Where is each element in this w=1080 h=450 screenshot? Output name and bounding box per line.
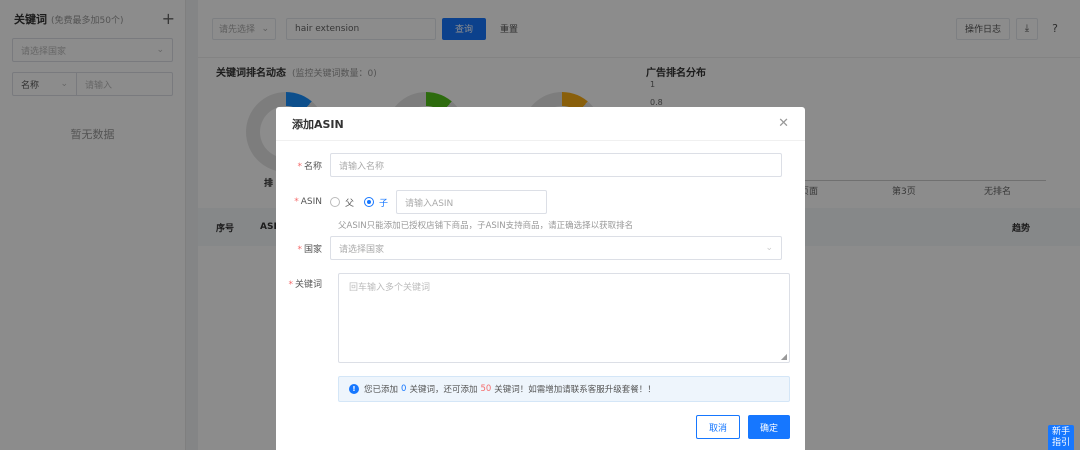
name-label-text: 名称 bbox=[303, 161, 322, 172]
country-select-placeholder: 请选择国家 bbox=[339, 244, 385, 255]
radio-child-label: 子 bbox=[379, 198, 389, 209]
notice-added-count: 0 bbox=[401, 384, 407, 394]
dialog-footer: 取消 确定 bbox=[696, 415, 790, 439]
asin-type-parent-radio[interactable]: 父 bbox=[330, 196, 354, 209]
name-label: * 名称 bbox=[297, 161, 322, 172]
dialog-header: 添加ASIN ✕ bbox=[276, 107, 805, 141]
asin-type-child-radio[interactable]: 子 bbox=[364, 196, 388, 209]
notice-suffix: 关键词！如需增加请联系客服升级套餐！！ bbox=[494, 385, 656, 395]
info-icon: ! bbox=[349, 384, 359, 394]
close-icon[interactable]: ✕ bbox=[778, 116, 789, 131]
asin-label-text: ASIN bbox=[300, 197, 322, 207]
country-form-row: * 国家 请选择国家 ⌄ bbox=[276, 236, 782, 260]
country-select[interactable]: 请选择国家 ⌄ bbox=[330, 236, 782, 260]
keyword-label-text: 关键词 bbox=[294, 280, 322, 290]
resize-handle-icon[interactable]: ◢ bbox=[781, 352, 787, 361]
cancel-button[interactable]: 取消 bbox=[696, 415, 740, 439]
asin-hint: 父ASIN只能添加已授权店铺下商品，子ASIN支持商品，请正确选择以获取排名 bbox=[338, 221, 634, 231]
notice-remaining-count: 50 bbox=[480, 384, 492, 394]
keyword-label: * 关键词 bbox=[288, 280, 322, 290]
radio-parent-label: 父 bbox=[345, 198, 355, 209]
country-label-text: 国家 bbox=[303, 244, 322, 255]
name-input[interactable]: 请输入名称 bbox=[330, 153, 782, 177]
keyword-textarea[interactable]: 回车输入多个关键词 ◢ bbox=[338, 273, 790, 363]
asin-input[interactable]: 请输入ASIN bbox=[396, 190, 548, 214]
add-asin-dialog: 添加ASIN ✕ * 名称 请输入名称 * ASIN 父 子 请输入ASIN 父AS… bbox=[276, 107, 805, 450]
notice-prefix: 您已添加 bbox=[364, 385, 399, 395]
name-form-row: * 名称 请输入名称 bbox=[276, 153, 782, 177]
guide-label-line1: 新手 bbox=[1051, 427, 1070, 437]
chevron-down-icon: ⌄ bbox=[765, 243, 773, 253]
radio-circle bbox=[364, 197, 375, 207]
asin-label: * ASIN bbox=[294, 197, 322, 207]
keyword-quota-notice: ! 您已添加 0 关键词，还可添加 50 关键词！如需增加请联系客服升级套餐！！ bbox=[338, 376, 790, 402]
confirm-button[interactable]: 确定 bbox=[748, 415, 790, 439]
asin-form-row: * ASIN 父 子 请输入ASIN bbox=[276, 190, 548, 214]
beginner-guide-button[interactable]: 新手 指引 bbox=[1048, 425, 1074, 450]
guide-label-line2: 指引 bbox=[1051, 438, 1070, 448]
dialog-title: 添加ASIN bbox=[292, 117, 344, 131]
country-label: * 国家 bbox=[297, 244, 322, 255]
keyword-form-row: * 关键词 bbox=[276, 277, 330, 290]
notice-middle: 关键词，还可添加 bbox=[409, 385, 478, 395]
radio-circle bbox=[330, 197, 340, 207]
keyword-textarea-placeholder: 回车输入多个关键词 bbox=[349, 283, 431, 293]
